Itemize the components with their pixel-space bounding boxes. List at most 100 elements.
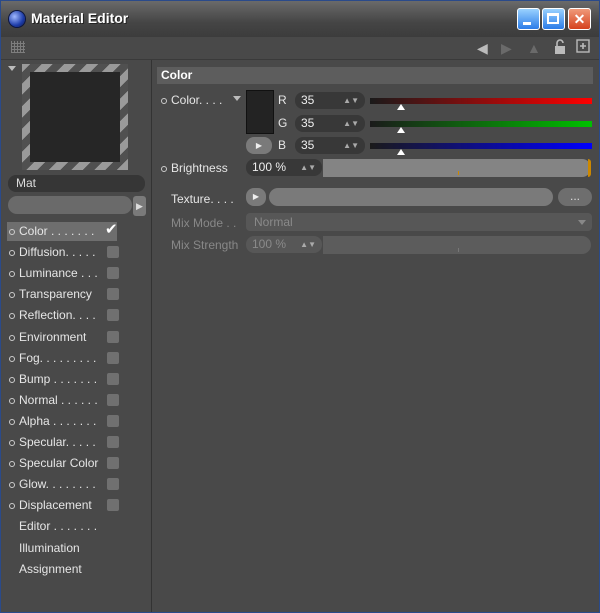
spinner-icon[interactable]: ▲▼ <box>343 115 359 132</box>
channel-checkbox[interactable] <box>107 246 119 259</box>
channel-label: Diffusion. . . . . <box>19 245 96 260</box>
spinner-icon[interactable]: ▲▼ <box>300 159 316 176</box>
channel-checkbox[interactable] <box>107 457 119 470</box>
b-input[interactable]: 35 ▲▼ <box>295 137 365 154</box>
r-input[interactable]: 35 ▲▼ <box>295 92 365 109</box>
channel-checkbox[interactable] <box>107 436 119 448</box>
channel-checkbox[interactable] <box>107 351 119 364</box>
texture-browse-button[interactable]: ... <box>558 188 592 206</box>
close-button[interactable]: ✕ <box>568 8 591 30</box>
channel-checkbox[interactable] <box>107 267 119 280</box>
channel-item[interactable]: Specular. . . . . <box>7 433 147 452</box>
channel-item[interactable]: Editor . . . . . . . <box>7 517 147 536</box>
channel-dot-icon <box>9 313 15 320</box>
channel-label: Glow. . . . . . . . <box>19 477 96 492</box>
color-menu-icon[interactable] <box>233 96 241 101</box>
channel-dot-icon <box>9 355 15 362</box>
brightness-slider[interactable] <box>323 159 591 177</box>
channel-dot-icon <box>9 376 15 383</box>
spinner-icon[interactable]: ▲▼ <box>343 137 359 154</box>
animation-dot-icon[interactable] <box>161 166 167 172</box>
channel-item[interactable]: Assignment <box>7 560 147 579</box>
channel-checkbox[interactable] <box>107 478 119 491</box>
channel-item[interactable]: Reflection. . . . <box>7 306 147 325</box>
channel-dot-icon <box>9 334 15 341</box>
channel-item[interactable]: Alpha . . . . . . . <box>7 412 147 431</box>
r-slider-handle[interactable] <box>397 104 406 110</box>
channel-item[interactable]: Color . . . . . . . ✔ <box>7 222 118 241</box>
mix-mode-dropdown[interactable]: Normal <box>246 213 592 231</box>
title-bar[interactable]: Material Editor ✕ <box>1 1 599 38</box>
channel-dot-icon <box>9 271 15 278</box>
channel-item[interactable]: Displacement <box>7 496 147 515</box>
mix-strength-slider[interactable] <box>323 236 591 254</box>
spinner-icon[interactable]: ▲▼ <box>300 236 316 253</box>
channel-label: Assignment <box>19 561 82 576</box>
mix-strength-label: Mix Strength <box>171 238 239 252</box>
channel-checkbox[interactable] <box>107 414 119 427</box>
g-slider-handle[interactable] <box>397 127 406 133</box>
channel-item[interactable]: Bump . . . . . . . <box>7 370 147 389</box>
lock-icon[interactable] <box>554 39 566 57</box>
channel-item[interactable]: Environment <box>7 328 147 347</box>
maximize-icon <box>547 13 559 24</box>
animation-dot-icon[interactable] <box>161 98 167 104</box>
new-panel-icon[interactable] <box>576 39 590 57</box>
color-swatch[interactable] <box>246 90 274 134</box>
channel-dot-icon <box>9 292 15 299</box>
channel-label: Specular Color <box>19 456 99 471</box>
mix-strength-value: 100 % <box>252 237 287 251</box>
r-label: R <box>278 93 287 107</box>
channel-label: Alpha . . . . . . . <box>19 413 97 428</box>
channel-label: Color . . . . . . . <box>19 224 95 238</box>
channel-dot-icon <box>9 482 15 489</box>
grip-handle-icon[interactable] <box>11 41 25 53</box>
minimize-icon <box>523 22 531 25</box>
channel-dot-icon <box>9 250 15 257</box>
b-value: 35 <box>301 138 315 152</box>
channel-sidebar: Mat ▶ Color . . . . . . . ✔ Diffusion. . .… <box>2 60 152 612</box>
mix-strength-input[interactable]: 100 % ▲▼ <box>246 236 322 253</box>
window-title: Material Editor <box>31 10 129 26</box>
minimize-button[interactable] <box>517 8 540 30</box>
channel-checkbox[interactable] <box>107 288 119 301</box>
up-arrow-icon[interactable]: ▲ <box>527 39 541 57</box>
channel-checkbox[interactable] <box>107 393 119 406</box>
texture-field[interactable] <box>269 188 553 206</box>
material-preview[interactable] <box>22 64 128 170</box>
brightness-input[interactable]: 100 % ▲▼ <box>246 159 322 176</box>
checkmark-icon[interactable]: ✔ <box>105 222 118 238</box>
mix-mode-label: Mix Mode . . <box>171 216 237 230</box>
channel-item[interactable]: Normal . . . . . . <box>7 391 147 410</box>
channel-item[interactable]: Fog. . . . . . . . . <box>7 349 147 368</box>
spinner-icon[interactable]: ▲▼ <box>343 92 359 109</box>
channel-item[interactable]: Illumination <box>7 539 147 558</box>
channel-item[interactable]: Specular Color <box>7 454 147 473</box>
channel-checkbox[interactable] <box>107 372 119 385</box>
section-header: Color <box>157 67 593 84</box>
app-icon <box>9 11 25 27</box>
material-layer-button[interactable]: ▶ <box>133 196 146 216</box>
channel-item[interactable]: Luminance . . . <box>7 264 147 283</box>
channel-dot-icon <box>9 418 15 425</box>
channel-label: Reflection. . . . <box>19 308 96 323</box>
chevron-down-icon <box>578 220 586 225</box>
color-picker-button[interactable]: ▶ <box>246 137 272 154</box>
preview-menu-icon[interactable] <box>8 66 16 71</box>
back-arrow-icon[interactable]: ◀ <box>477 39 488 57</box>
material-layer-field[interactable] <box>8 196 132 214</box>
b-slider-handle[interactable] <box>397 149 406 155</box>
channel-checkbox[interactable] <box>107 499 119 512</box>
material-name-field[interactable]: Mat <box>8 175 145 192</box>
texture-menu-button[interactable]: ▶ <box>246 188 266 206</box>
forward-arrow-icon[interactable]: ▶ <box>501 39 512 57</box>
channel-item[interactable]: Glow. . . . . . . . <box>7 475 147 494</box>
channel-item[interactable]: Diffusion. . . . . <box>7 243 147 262</box>
channel-checkbox[interactable] <box>107 330 119 343</box>
brightness-label: Brightness <box>171 161 228 175</box>
channel-item[interactable]: Transparency <box>7 285 147 304</box>
channel-checkbox[interactable] <box>107 309 119 322</box>
g-input[interactable]: 35 ▲▼ <box>295 115 365 132</box>
brightness-value: 100 % <box>252 160 287 174</box>
maximize-button[interactable] <box>542 8 565 30</box>
